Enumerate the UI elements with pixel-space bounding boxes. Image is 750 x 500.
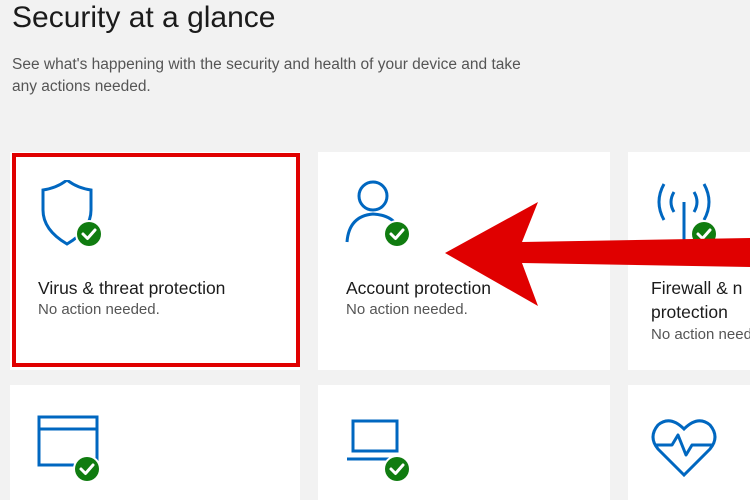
card-account-protection[interactable]: Account protection No action needed. <box>318 152 610 370</box>
card-title: Firewall & n protection <box>651 278 743 322</box>
card-app-browser-control[interactable] <box>10 385 300 500</box>
person-check-icon <box>345 180 411 248</box>
page-title: Security at a glance <box>12 1 276 34</box>
heart-pulse-icon <box>651 419 717 478</box>
card-device-security[interactable] <box>318 385 610 500</box>
shield-check-icon <box>41 180 103 248</box>
laptop-check-icon <box>347 419 411 483</box>
browser-window-check-icon <box>37 415 101 483</box>
card-firewall-network-protection[interactable]: Firewall & n protection No action needed… <box>628 152 750 370</box>
security-page: Security at a glance See what's happenin… <box>0 0 750 500</box>
card-device-performance-health[interactable] <box>628 385 750 500</box>
card-status: No action needed. <box>38 301 160 318</box>
card-title: Virus & threat protection <box>38 278 226 298</box>
antenna-check-icon <box>657 183 718 248</box>
page-header: Security at a glance See what's happenin… <box>12 0 732 98</box>
card-title: Account protection <box>346 278 491 298</box>
page-subtitle: See what's happening with the security a… <box>12 56 521 95</box>
card-status: No action needed. <box>651 326 750 343</box>
card-virus-threat-protection[interactable]: Virus & threat protection No action need… <box>10 152 300 370</box>
card-status: No action needed. <box>346 301 468 318</box>
